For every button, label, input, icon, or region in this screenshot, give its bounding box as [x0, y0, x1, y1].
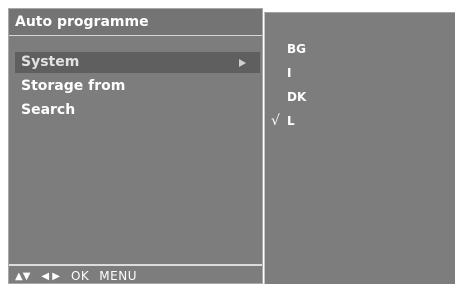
check-mark-icon: √ [271, 113, 280, 129]
menu-item-search[interactable]: Search [15, 100, 260, 121]
submenu-arrow-icon [239, 59, 246, 67]
system-option-i[interactable]: I [283, 65, 363, 83]
system-option-label: I [287, 66, 292, 80]
navigation-hint-bar: ▲▼ ◀ ▶ OK MENU [15, 267, 137, 285]
nav-divider [9, 264, 262, 266]
menu-item-label: System [21, 54, 80, 70]
menu-hint: MENU [99, 269, 137, 283]
menu-title: Auto programme [15, 14, 149, 30]
ok-hint: OK [70, 269, 90, 283]
system-option-label: L [287, 114, 295, 128]
system-option-dk[interactable]: DK [283, 89, 363, 107]
system-option-label: DK [287, 90, 307, 104]
menu-item-storage-from[interactable]: Storage from [15, 76, 260, 97]
system-option-label: BG [287, 42, 306, 56]
menu-item-system[interactable]: System [15, 52, 260, 73]
auto-programme-panel: Auto programme System Storage from Searc… [8, 8, 263, 284]
system-option-l[interactable]: √ L [271, 113, 363, 131]
menu-item-label: Storage from [21, 78, 126, 94]
system-option-bg[interactable]: BG [283, 41, 363, 59]
up-down-arrows-icon: ▲▼ [15, 270, 31, 282]
left-right-arrows-icon: ◀ ▶ [41, 270, 60, 282]
system-options-panel: BG I DK √ L [264, 12, 455, 284]
menu-item-label: Search [21, 102, 76, 118]
menu-title-bar: Auto programme [9, 9, 262, 36]
